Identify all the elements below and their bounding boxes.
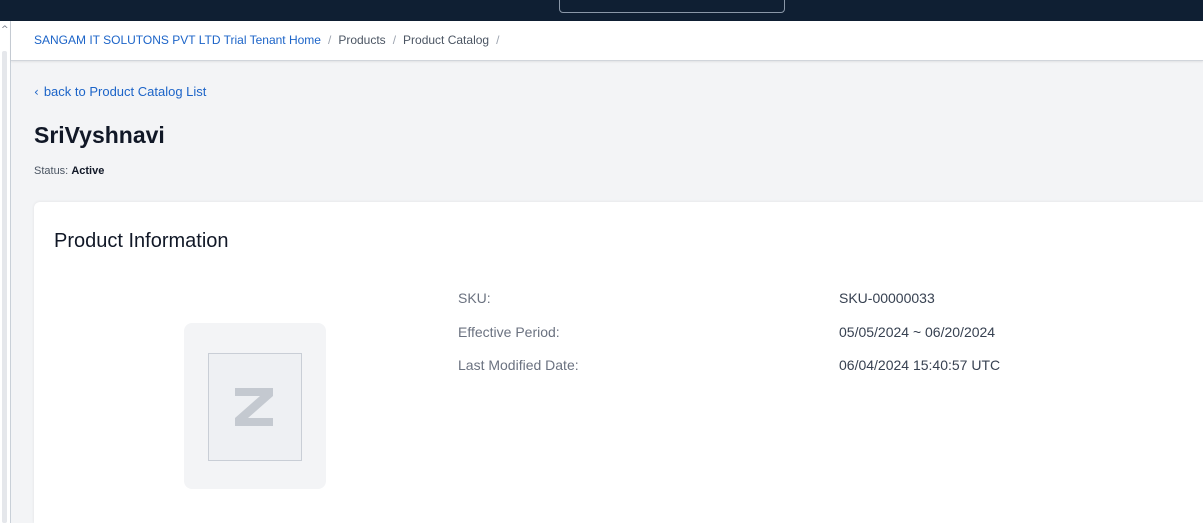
status-label: Status: [34, 165, 69, 177]
left-scroll-rail: ^ [0, 21, 11, 523]
product-information-card: Product Information SKU: SKU-00000033 Ef… [34, 202, 1203, 523]
last-modified-date-label: Last Modified Date: [458, 357, 579, 373]
status-badge: Active [71, 165, 105, 177]
page-title: SriVyshnavi [34, 122, 165, 148]
last-modified-date-value: 06/04/2024 15:40:57 UTC [839, 357, 1001, 373]
effective-period-label: Effective Period: [458, 324, 560, 340]
product-image-placeholder [184, 323, 326, 489]
zuora-logo-placeholder-icon [235, 388, 273, 426]
breadcrumb-separator: / [496, 33, 500, 47]
sku-value: SKU-00000033 [839, 290, 935, 306]
breadcrumb-home-link[interactable]: SANGAM IT SOLUTONS PVT LTD Trial Tenant … [34, 33, 321, 47]
back-to-product-catalog-link[interactable]: ‹ back to Product Catalog List [34, 84, 206, 99]
chevron-left-icon: ‹ [34, 85, 39, 99]
breadcrumb-products[interactable]: Products [338, 33, 385, 47]
back-link-label: back to Product Catalog List [43, 84, 207, 99]
image-frame [208, 353, 302, 461]
sku-label: SKU: [458, 290, 491, 306]
breadcrumb-separator: / [327, 33, 332, 47]
breadcrumb-product-catalog[interactable]: Product Catalog [403, 33, 489, 47]
breadcrumb-bar: SANGAM IT SOLUTONS PVT LTD Trial Tenant … [11, 21, 1203, 61]
breadcrumb-separator: / [392, 33, 397, 47]
global-search-box[interactable] [559, 0, 785, 13]
scroll-up-icon[interactable]: ^ [1, 25, 9, 35]
scrollbar[interactable] [2, 51, 7, 523]
card-title: Product Information [54, 230, 229, 252]
top-navigation-bar [0, 0, 1203, 21]
breadcrumb: SANGAM IT SOLUTONS PVT LTD Trial Tenant … [34, 33, 506, 47]
effective-period-value: 05/05/2024 ~ 06/20/2024 [839, 324, 996, 340]
status-line: Status: Active [34, 165, 104, 177]
